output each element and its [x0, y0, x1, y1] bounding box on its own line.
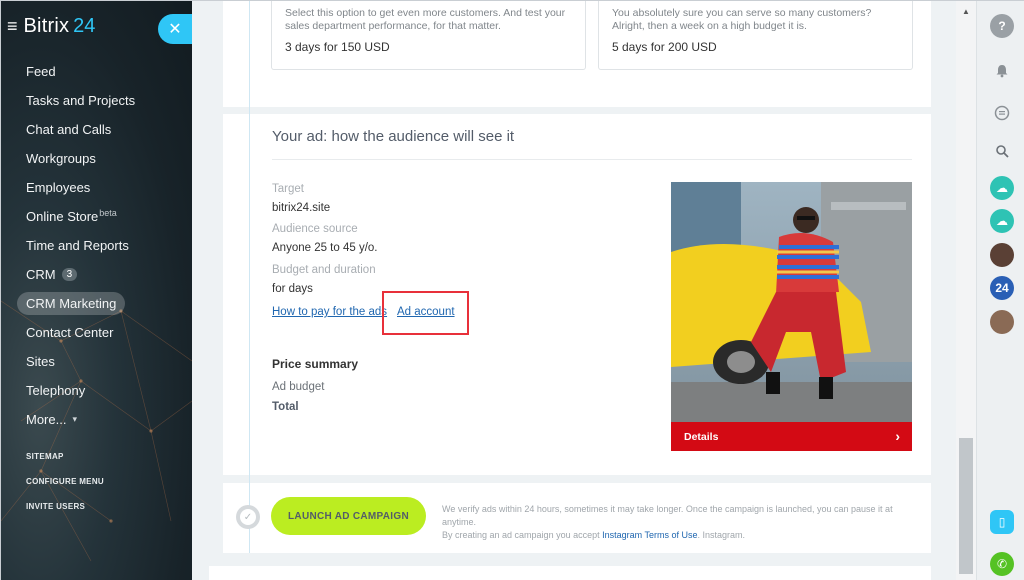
audience-value: Anyone 25 to 45 y/o. [272, 242, 378, 254]
sidebar-item-workgroups[interactable]: Workgroups [1, 144, 192, 173]
option-price: 5 days for 200 USD [612, 40, 717, 54]
sidebar-item-label: CRM [26, 267, 56, 282]
launch-note-line-2: By creating an ad campaign you accept [442, 530, 603, 540]
launch-ad-campaign-button[interactable]: LAUNCH AD CAMPAIGN [271, 497, 426, 535]
target-value: bitrix24.site [272, 202, 331, 214]
scrollbar-thumb[interactable] [959, 438, 973, 574]
check-icon: ✓ [240, 509, 256, 525]
instagram-terms-link[interactable]: Instagram Terms of Use [602, 530, 697, 540]
step-check: ✓ [236, 505, 260, 529]
help-icon[interactable]: ? [990, 14, 1014, 38]
sidebar-item-employees[interactable]: Employees [1, 173, 192, 202]
menu-icon[interactable]: ≡ [7, 17, 18, 35]
cloud-upload-icon[interactable]: ☁ [990, 176, 1014, 200]
sidebar-item-crm-marketing[interactable]: CRM Marketing [1, 289, 192, 318]
search-icon[interactable] [990, 139, 1014, 163]
ad-photo [671, 182, 912, 451]
logo[interactable]: ≡ Bitrix 24 [7, 13, 95, 39]
sidebar-item-label: Time and Reports [26, 238, 129, 253]
scroll-up-arrow-icon[interactable]: ▲ [962, 7, 970, 16]
option-price: 3 days for 150 USD [285, 40, 390, 54]
launch-note: We verify ads within 24 hours, sometimes… [442, 503, 927, 542]
option-card-5-days[interactable]: You absolutely sure you can serve so man… [598, 1, 913, 70]
audience-label: Audience source [272, 223, 358, 235]
sidebar-item-label: Workgroups [26, 151, 96, 166]
budget-label: Budget and duration [272, 264, 376, 276]
configure-menu-link[interactable]: CONFIGURE MENU [26, 469, 104, 494]
sidebar-item-label: Tasks and Projects [26, 93, 136, 108]
total-label: Total [272, 401, 299, 413]
sidebar-item-label: CRM Marketing [17, 292, 126, 315]
sidebar-item-label: Online Store [26, 209, 99, 224]
divider [272, 159, 912, 160]
sidebar-item-label: Chat and Calls [26, 122, 112, 137]
mobile-app-icon[interactable]: ▯ [990, 510, 1014, 534]
option-description: Select this option to get even more cust… [285, 7, 566, 32]
ad-budget-label: Ad budget [272, 381, 325, 393]
section-title: Your ad: how the audience will see it [272, 128, 515, 145]
how-to-pay-link[interactable]: How to pay for the ads [272, 306, 387, 318]
sidebar-item-tasks[interactable]: Tasks and Projects [1, 86, 192, 115]
highlight-box [382, 291, 469, 335]
close-icon: ✕ [168, 21, 182, 38]
sidebar-item-online-store[interactable]: Online Store beta [1, 202, 192, 231]
bell-icon[interactable] [990, 59, 1014, 83]
sidebar-item-more[interactable]: More... ▾ [1, 405, 192, 434]
sidebar-item-contact-center[interactable]: Contact Center [1, 318, 192, 347]
invite-users-link[interactable]: INVITE USERS [26, 494, 104, 519]
sidebar-item-crm[interactable]: CRM 3 [1, 260, 192, 289]
timeline-line [249, 1, 250, 553]
cloud-sync-icon[interactable]: ☁ [990, 209, 1014, 233]
chat-icon[interactable] [990, 101, 1014, 125]
launch-note-suffix: . Instagram. [697, 530, 746, 540]
sidebar-footer-links: SITEMAP CONFIGURE MENU INVITE USERS [26, 444, 104, 519]
option-description: You absolutely sure you can serve so man… [612, 7, 872, 32]
sidebar-item-chat[interactable]: Chat and Calls [1, 115, 192, 144]
sidebar-item-label: Sites [26, 354, 55, 369]
target-label: Target [272, 183, 304, 195]
ad-details-bar[interactable]: Details › [671, 422, 912, 451]
launch-note-line-1: We verify ads within 24 hours, sometimes… [442, 504, 893, 527]
logo-text: Bitrix [23, 14, 70, 37]
avatar[interactable] [990, 243, 1014, 267]
sidebar-item-telephony[interactable]: Telephony [1, 376, 192, 405]
sidebar-menu: Feed Tasks and Projects Chat and Calls W… [1, 57, 192, 434]
sidebar-item-label: Contact Center [26, 325, 114, 340]
sidebar-item-time-reports[interactable]: Time and Reports [1, 231, 192, 260]
sidebar-item-label: Feed [26, 64, 56, 79]
details-label: Details [684, 430, 719, 443]
price-summary-title: Price summary [272, 357, 359, 371]
right-toolbar: ? ☁ ☁ 24 ▯ ✆ [976, 1, 1024, 580]
chevron-down-icon: ▾ [72, 414, 77, 424]
beta-badge: beta [99, 207, 117, 218]
option-card-3-days[interactable]: Select this option to get even more cust… [271, 1, 586, 70]
chevron-right-icon: › [895, 428, 900, 444]
sidebar-item-label: More... [26, 412, 67, 427]
left-sidebar: ≡ Bitrix 24 ✕ Feed Tasks and Projects Ch… [1, 1, 192, 580]
bitrix24-badge-icon[interactable]: 24 [990, 276, 1014, 300]
phone-icon[interactable]: ✆ [990, 552, 1014, 576]
ad-preview-image [671, 182, 912, 451]
next-panel [209, 566, 931, 580]
sidebar-item-label: Employees [26, 180, 91, 195]
collapse-menu-button[interactable]: ✕ [158, 14, 192, 44]
sidebar-item-sites[interactable]: Sites [1, 347, 192, 376]
sidebar-item-feed[interactable]: Feed [1, 57, 192, 86]
crm-counter-badge: 3 [61, 268, 78, 281]
sidebar-item-label: Telephony [26, 383, 86, 398]
sitemap-link[interactable]: SITEMAP [26, 444, 104, 469]
avatar[interactable] [990, 310, 1014, 334]
logo-number: 24 [73, 14, 96, 37]
budget-value: for days [272, 283, 313, 295]
